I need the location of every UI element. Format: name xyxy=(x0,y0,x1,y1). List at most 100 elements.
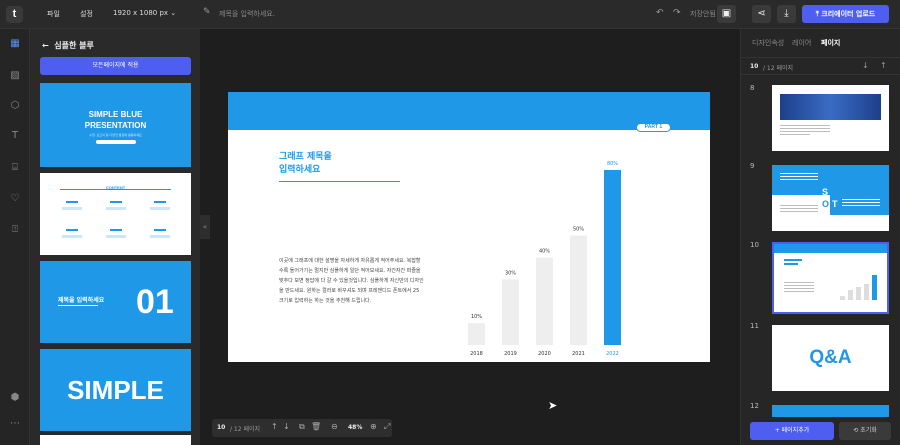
reset-button[interactable]: ⟲ 초기화 xyxy=(839,422,891,440)
thumb-title: SIMPLE BLUE PRESENTATION xyxy=(84,110,147,130)
text-icon[interactable]: T xyxy=(8,129,22,143)
page-number-8: 8 xyxy=(750,84,755,92)
canvas-size-dropdown[interactable]: 1920 x 1080 px ⌄ xyxy=(113,9,176,17)
duplicate-icon[interactable]: ⧉ xyxy=(299,422,305,432)
value-label-2021: 50% xyxy=(573,227,584,233)
share-icon: ⋖ xyxy=(757,8,766,19)
page-number-11: 11 xyxy=(750,322,759,330)
part-header-text: 01 / 소제목을 입력하세요 xyxy=(585,125,630,130)
bar-2018 xyxy=(468,323,485,345)
flag-image xyxy=(780,94,881,120)
fullscreen-icon[interactable]: ⤢ xyxy=(384,422,390,432)
save-button[interactable]: ▣ xyxy=(717,5,736,23)
right-panel: 디자인속성 레이어 페이지 10 / 12 페이지 ↓ ↑ 8 9 S W O … xyxy=(740,29,900,445)
page-thumb-11[interactable]: Q&A xyxy=(772,325,889,391)
page-thumb-8[interactable] xyxy=(772,85,889,151)
tick-label-2022: 2022 xyxy=(606,351,619,357)
app-logo[interactable]: t xyxy=(6,6,23,23)
panel-title-text: 심플한 블루 xyxy=(54,41,94,50)
page-thumb-10[interactable] xyxy=(772,242,889,314)
tab-design-properties[interactable]: 디자인속성 xyxy=(752,38,784,48)
canvas-area: « 01 / 소제목을 입력하세요 PART 1 그래프 제목을 입력하세요 이… xyxy=(200,29,740,445)
undo-icon[interactable]: ↶ xyxy=(656,8,664,18)
template-icon[interactable]: ▦ xyxy=(8,37,22,51)
swot-o: O xyxy=(822,199,830,209)
upload-panel-icon[interactable]: ⍐ xyxy=(8,223,22,237)
save-icon: ▣ xyxy=(721,8,732,19)
zoom-level: 48% xyxy=(348,424,363,431)
page-number-12: 12 xyxy=(750,402,759,410)
value-label-2020: 40% xyxy=(539,249,550,255)
slide-canvas[interactable]: 01 / 소제목을 입력하세요 PART 1 그래프 제목을 입력하세요 이곳에… xyxy=(228,92,710,362)
title-input[interactable]: 제목을 입력하세요. xyxy=(219,9,275,19)
download-button[interactable]: ⤓ xyxy=(777,5,796,23)
current-page-input[interactable]: 10 xyxy=(217,424,225,431)
tick-label-2020: 2020 xyxy=(538,351,551,357)
page-number-9: 9 xyxy=(750,162,755,170)
tick-label-2018: 2018 xyxy=(470,351,483,357)
qa-text: Q&A xyxy=(809,347,852,368)
template-thumb-1[interactable]: SIMPLE BLUE PRESENTATION 수업, 보고서 등 다양한 발… xyxy=(40,83,191,167)
zoom-toolbar: 10 / 12 페이지 ↑ ↓ ⧉ 🗑 ⊖ 48% ⊕ ⤢ xyxy=(212,419,392,437)
mouse-cursor: ➤ xyxy=(548,399,558,412)
zoom-in-icon[interactable]: ⊕ xyxy=(370,422,377,431)
arrow-up-icon[interactable]: ↑ xyxy=(271,422,278,431)
trash-icon[interactable]: 🗑 xyxy=(311,422,321,431)
plugin-icon[interactable]: ⬢ xyxy=(8,391,22,405)
bar-2020 xyxy=(536,257,553,345)
page-thumb-9[interactable]: S W O T xyxy=(772,165,889,231)
canvas-size-label: 1920 x 1080 px xyxy=(113,9,169,17)
redo-icon[interactable]: ↷ xyxy=(673,8,681,18)
bar-chart: 10% 2018 30% 2019 40% 2020 50% 2021 80% 2022 xyxy=(468,161,621,357)
total-pages: / 12 페이지 xyxy=(230,426,261,433)
slide-title: 그래프 제목을 입력하세요 xyxy=(279,151,332,177)
template-thumb-4[interactable]: SIMPLE xyxy=(40,349,191,431)
file-menu[interactable]: 파일 xyxy=(47,9,60,19)
upload-label: 크리에이터 업로드 xyxy=(821,10,876,18)
creator-upload-button[interactable]: ⤒ 크리에이터 업로드 xyxy=(802,5,889,23)
double-chevron-left-icon: « xyxy=(202,223,208,231)
collapse-panel-button[interactable]: « xyxy=(200,215,210,239)
template-thumb-5[interactable] xyxy=(40,435,191,445)
bar-2022 xyxy=(604,170,621,345)
arrow-down-icon[interactable]: ↓ xyxy=(283,422,290,431)
settings-menu[interactable]: 설정 xyxy=(80,9,93,19)
add-page-button[interactable]: + 페이지추가 xyxy=(750,422,834,440)
top-toolbar: t 파일 설정 1920 x 1080 px ⌄ ✎ 제목을 입력하세요. ↶ … xyxy=(0,0,900,29)
library-icon[interactable]: ⌸ xyxy=(8,161,22,175)
back-arrow-icon[interactable]: ← xyxy=(42,41,49,50)
arrow-down-icon[interactable]: ↓ xyxy=(862,61,869,70)
thumb-subtitle: 수업, 보고서 등 다양한 발표에 활용하세요 xyxy=(89,133,142,137)
template-panel: ← 심플한 블루 모든페이지에 적용 SIMPLE BLUE PRESENTAT… xyxy=(30,29,200,445)
more-icon[interactable]: ⋯ xyxy=(8,417,22,431)
zoom-out-icon[interactable]: ⊖ xyxy=(331,422,338,431)
pencil-icon: ✎ xyxy=(203,7,211,17)
template-thumb-3[interactable]: 제목을 입력하세요 01 xyxy=(40,261,191,343)
value-label-2019: 30% xyxy=(505,270,516,276)
swot-s: S xyxy=(822,187,829,197)
tick-label-2021: 2021 xyxy=(572,351,585,357)
value-label-2018: 10% xyxy=(471,314,482,320)
thumb-title: SIMPLE xyxy=(67,375,164,405)
chevron-down-icon: ⌄ xyxy=(170,9,177,17)
arrow-up-icon[interactable]: ↑ xyxy=(880,61,887,70)
image-icon[interactable]: ▨ xyxy=(8,69,22,83)
swot-t: T xyxy=(832,199,838,209)
swot-w: W xyxy=(832,187,841,197)
template-thumb-2[interactable]: CONTENT xyxy=(40,173,191,255)
save-status: 저장안됨 xyxy=(690,10,716,18)
element-icon[interactable]: ⬡ xyxy=(8,99,22,113)
slide-body-text: 이곳에 그래프에 대한 설명을 자세하게 자유롭게 적어주세요. 복잡할수록 들… xyxy=(279,258,424,304)
page-thumb-12[interactable] xyxy=(772,405,889,417)
tab-layers[interactable]: 레이어 xyxy=(792,38,811,48)
thumb-title: 제목을 입력하세요 xyxy=(58,297,105,304)
value-label-2022: 80% xyxy=(607,161,618,167)
heart-icon[interactable]: ♡ xyxy=(8,192,22,206)
title-underline xyxy=(279,181,400,182)
page-number-10: 10 xyxy=(750,241,759,249)
share-button[interactable]: ⋖ xyxy=(752,5,771,23)
panel-title: ← 심플한 블루 xyxy=(42,40,94,51)
tab-pages[interactable]: 페이지 xyxy=(821,38,840,48)
apply-all-pages-button[interactable]: 모든페이지에 적용 xyxy=(40,57,191,75)
tick-label-2019: 2019 xyxy=(504,351,517,357)
